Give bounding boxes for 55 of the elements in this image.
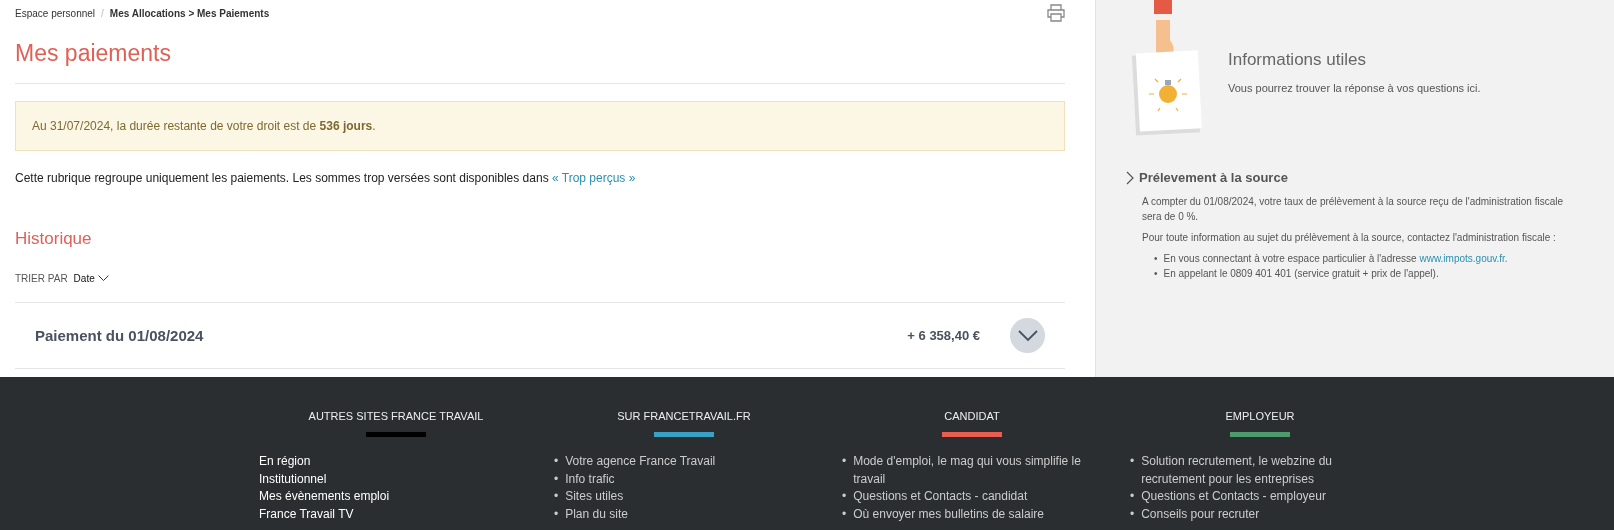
page-title: Mes paiements [15, 40, 172, 67]
footer-link[interactable]: Institutionnel [259, 470, 327, 488]
info-title: Informations utiles [1228, 50, 1367, 70]
bullet-marker: • [1130, 453, 1135, 470]
intro-text: Cette rubrique regroupe uniquement les paiements. Les sommes trop versées sont disponibles dans « Trop perçus » [15, 171, 637, 185]
payment-amount: + 6 358,40 € [907, 328, 980, 343]
section-title: Historique [15, 229, 93, 249]
footer-link[interactable]: Questions et Contacts - candidat [853, 488, 1028, 506]
bullet-marker: • [1154, 252, 1158, 266]
impots-link[interactable]: www.impots.gouv.fr. [1419, 253, 1508, 264]
breadcrumb-current: Mes Allocations > Mes Paiements [109, 7, 270, 19]
info-bullet: En appelant le 0809 401 401 (service gratuit + prix de l'appel). [1163, 267, 1439, 281]
bullet-marker: • [1154, 267, 1158, 281]
chevron-down-icon [1017, 329, 1038, 342]
section-toggle[interactable]: Prélevement à la source [1126, 170, 1584, 185]
footer-link[interactable]: Questions et Contacts - employeur [1141, 488, 1326, 506]
footer-link[interactable]: En région [259, 453, 311, 471]
notice-banner: Au 31/07/2024, la durée restante de votre droit est de 536 jours. [15, 101, 1065, 151]
sort-label: TRIER PAR [15, 273, 68, 284]
info-text: Vous pourrez trouver la réponse à vos questions ici. [1228, 82, 1481, 94]
sort-dropdown[interactable]: Date [73, 273, 109, 284]
bullet-marker: • [554, 453, 559, 470]
payment-row[interactable]: Paiement du 01/08/2024 + 6 358,40 € [15, 302, 1065, 369]
breadcrumb-link[interactable]: Espace personnel [15, 7, 96, 19]
footer-link[interactable]: Mes évènements emploi [259, 488, 390, 506]
expand-button[interactable] [1010, 318, 1045, 353]
footer-heading: SUR FRANCETRAVAIL.FR [617, 410, 751, 422]
footer-link[interactable]: Conseils pour recruter [1141, 505, 1260, 523]
footer-heading: AUTRES SITES FRANCE TRAVAIL [308, 410, 484, 422]
bullet-marker: • [554, 505, 559, 523]
bullet-marker: • [554, 488, 559, 505]
footer-link[interactable]: Plan du site [565, 505, 628, 523]
footer-link[interactable]: France Travail TV [259, 505, 354, 523]
footer-link[interactable]: Solution recrutement, le webzine du recrutement pour les entreprises [1141, 453, 1384, 488]
footer-heading: EMPLOYEUR [1225, 410, 1295, 422]
footer-link[interactable]: Info trafic [565, 470, 615, 488]
footer-link[interactable]: Sites utiles [565, 488, 624, 506]
footer-link[interactable]: Votre agence France Travail [565, 453, 716, 471]
bullet-marker: • [842, 505, 847, 523]
footer-link[interactable]: Mode d'emploi, le mag qui vous simplifie le travail [853, 453, 1096, 488]
bullet-marker: • [1130, 488, 1135, 505]
chevron-down-icon [97, 275, 109, 282]
info-paragraph: A compter du 01/08/2024, votre taux de prélèvement à la source reçu de l'administration fiscale sera de 0 %. [1142, 195, 1565, 224]
trop-percus-link[interactable]: « Trop perçus » [552, 171, 636, 185]
breadcrumb-separator: / [101, 7, 104, 19]
payment-label: Paiement du 01/08/2024 [35, 327, 205, 344]
footer-heading: CANDIDAT [944, 410, 1000, 422]
bullet-marker: • [842, 453, 847, 470]
info-bullet: En vous connectant à votre espace particulier à l'adresse www.impots.gouv.fr. [1163, 252, 1508, 266]
bullet-marker: • [554, 470, 559, 488]
info-paragraph: Pour toute information au sujet du prélèvement à la source, contactez l'administration fiscale : [1142, 231, 1557, 245]
bullet-marker: • [1130, 505, 1135, 523]
print-icon[interactable] [1047, 4, 1065, 22]
bullet-marker: • [842, 488, 847, 505]
footer-link[interactable]: Où envoyer mes bulletins de salaire [853, 505, 1044, 523]
